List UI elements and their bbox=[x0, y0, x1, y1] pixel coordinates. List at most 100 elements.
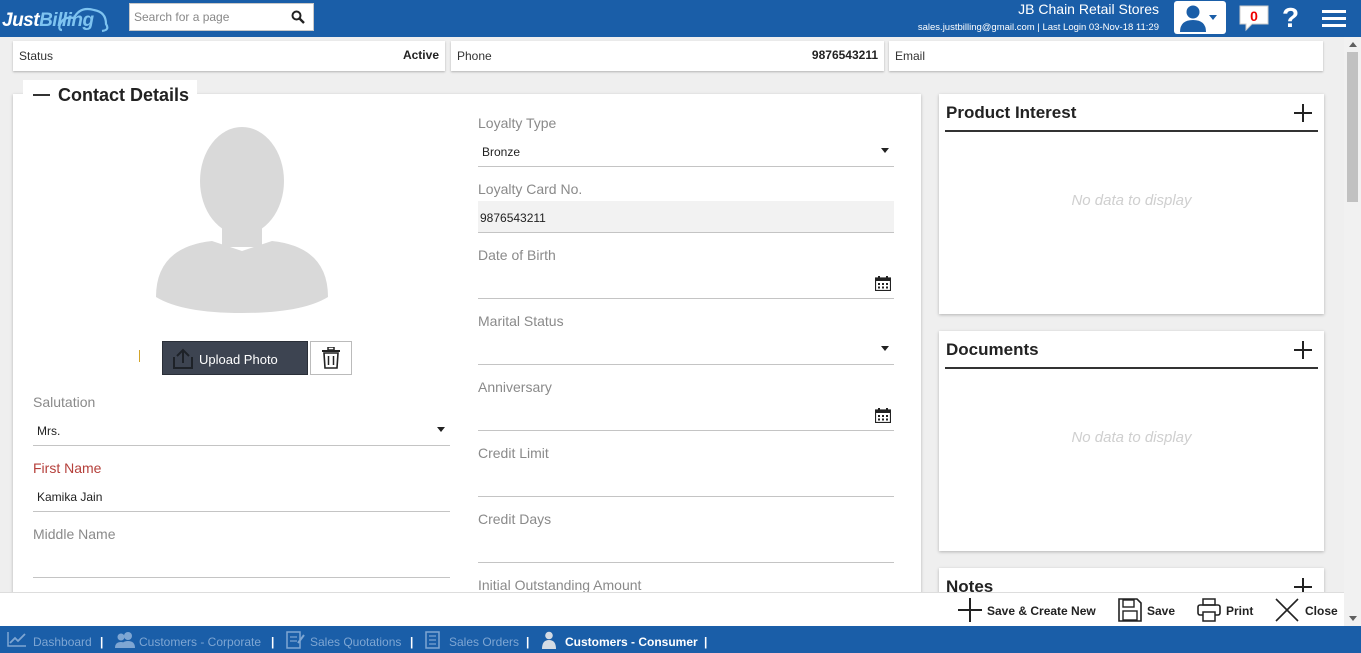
scroll-down-icon[interactable] bbox=[1349, 616, 1357, 621]
anniversary-label: Anniversary bbox=[478, 379, 552, 395]
top-bar: JustBilling JB Chain Retail Stores sales… bbox=[0, 0, 1361, 37]
nav-separator: | bbox=[410, 635, 414, 649]
documents-empty: No data to display bbox=[1071, 429, 1192, 446]
credit-days-label: Credit Days bbox=[478, 511, 552, 527]
users-icon bbox=[115, 632, 135, 648]
nav-customers-consumer[interactable]: Customers - Consumer bbox=[540, 626, 700, 653]
nav-sales-orders[interactable]: Sales Orders bbox=[424, 626, 520, 653]
logo-text-billing: Billing bbox=[39, 10, 94, 31]
nav-sales-quotations[interactable]: Sales Quotations bbox=[284, 626, 404, 653]
user-icon bbox=[1180, 5, 1217, 32]
collapse-icon[interactable] bbox=[33, 94, 50, 96]
help-icon[interactable]: ? bbox=[1282, 2, 1299, 34]
page-scrollbar[interactable] bbox=[1344, 37, 1361, 626]
nav-sales-quotations-label: Sales Quotations bbox=[310, 635, 402, 649]
divider bbox=[945, 130, 1318, 132]
middle-name-field[interactable] bbox=[33, 546, 450, 578]
justbilling-logo[interactable]: JustBilling bbox=[0, 4, 112, 34]
scroll-up-icon[interactable] bbox=[1349, 42, 1357, 47]
chart-icon bbox=[7, 632, 26, 647]
print-label: Print bbox=[1226, 604, 1254, 618]
email-label: Email bbox=[895, 49, 926, 63]
phone-label: Phone bbox=[457, 49, 492, 63]
nav-customers-consumer-label: Customers - Consumer bbox=[565, 635, 698, 649]
nav-customers-corporate-label: Customers - Corporate bbox=[139, 635, 262, 649]
documents-panel: Documents No data to display bbox=[939, 331, 1324, 551]
save-label: Save bbox=[1147, 604, 1176, 618]
chevron-down-icon bbox=[881, 346, 889, 351]
salutation-label: Salutation bbox=[33, 394, 96, 410]
dob-field[interactable] bbox=[478, 267, 894, 299]
trash-icon bbox=[322, 347, 340, 369]
bottom-navigation: Dashboard | Customers - Corporate | Sale… bbox=[0, 626, 1361, 653]
credit-limit-label: Credit Limit bbox=[478, 445, 549, 461]
contact-details-header: Contact Details bbox=[23, 80, 197, 110]
add-document-icon[interactable] bbox=[1294, 341, 1312, 359]
marital-status-label: Marital Status bbox=[478, 313, 564, 329]
user-menu-button[interactable] bbox=[1174, 1, 1226, 34]
photo-marker bbox=[139, 350, 140, 362]
loyalty-type-select[interactable]: Bronze bbox=[478, 135, 894, 167]
store-name: JB Chain Retail Stores bbox=[1018, 1, 1159, 17]
close-button[interactable]: Close bbox=[1275, 596, 1338, 624]
save-and-create-new-label: Save & Create New bbox=[987, 604, 1096, 618]
logo-text-just: Just bbox=[2, 10, 40, 31]
person-icon bbox=[542, 631, 556, 649]
nav-dashboard[interactable]: Dashboard bbox=[7, 626, 95, 653]
nav-separator: | bbox=[704, 635, 708, 649]
add-product-interest-icon[interactable] bbox=[1294, 104, 1312, 122]
calendar-icon[interactable] bbox=[875, 276, 891, 291]
nav-dashboard-label: Dashboard bbox=[33, 635, 92, 649]
scroll-thumb[interactable] bbox=[1347, 52, 1358, 202]
product-interest-title: Product Interest bbox=[946, 103, 1077, 122]
quotation-icon bbox=[286, 631, 305, 649]
documents-title: Documents bbox=[946, 340, 1039, 359]
credit-limit-field[interactable] bbox=[478, 465, 894, 497]
search-icon[interactable] bbox=[291, 10, 305, 24]
contact-details-title: Contact Details bbox=[58, 85, 190, 105]
nav-separator: | bbox=[100, 635, 104, 649]
status-value: Active bbox=[402, 48, 439, 62]
divider bbox=[945, 367, 1318, 369]
action-bar: Save & Create New Save Print Close bbox=[0, 592, 1344, 626]
first-name-value: Kamika Jain bbox=[37, 490, 103, 504]
email-box: Email bbox=[889, 41, 1323, 71]
anniversary-field[interactable] bbox=[478, 399, 894, 431]
notification-count: 0 bbox=[1250, 8, 1258, 24]
middle-name-label: Middle Name bbox=[33, 526, 116, 542]
notifications-button[interactable]: 0 bbox=[1238, 4, 1270, 32]
loyalty-type-value: Bronze bbox=[482, 145, 521, 159]
marital-status-select[interactable] bbox=[478, 333, 894, 365]
loyalty-card-label: Loyalty Card No. bbox=[478, 181, 583, 197]
close-icon bbox=[1275, 598, 1299, 622]
plus-icon bbox=[958, 598, 982, 622]
phone-box: Phone 9876543211 bbox=[451, 41, 884, 71]
loyalty-card-field: 9876543211 bbox=[478, 201, 894, 233]
loyalty-type-label: Loyalty Type bbox=[478, 115, 557, 131]
salutation-select[interactable]: Mrs. bbox=[33, 414, 450, 446]
upload-photo-button[interactable]: Upload Photo bbox=[162, 341, 308, 375]
order-icon bbox=[425, 631, 440, 649]
upload-icon bbox=[173, 348, 193, 369]
search-input[interactable] bbox=[130, 4, 280, 30]
save-button[interactable]: Save bbox=[1118, 596, 1178, 624]
nav-customers-corporate[interactable]: Customers - Corporate bbox=[114, 626, 264, 653]
loyalty-card-value: 9876543211 bbox=[480, 211, 546, 225]
print-button[interactable]: Print bbox=[1197, 596, 1257, 624]
product-interest-empty: No data to display bbox=[1071, 192, 1192, 209]
nav-sales-orders-label: Sales Orders bbox=[449, 635, 520, 649]
status-label: Status bbox=[19, 49, 54, 63]
product-interest-panel: Product Interest No data to display bbox=[939, 94, 1324, 314]
first-name-field[interactable]: Kamika Jain bbox=[33, 480, 450, 512]
status-box: Status Active bbox=[13, 41, 445, 71]
hamburger-menu-icon[interactable] bbox=[1322, 9, 1346, 29]
delete-photo-button[interactable] bbox=[310, 341, 352, 375]
chevron-down-icon bbox=[881, 148, 889, 153]
calendar-icon[interactable] bbox=[875, 408, 891, 423]
avatar-placeholder-icon bbox=[156, 127, 328, 313]
nav-separator: | bbox=[526, 635, 530, 649]
save-and-create-new-button[interactable]: Save & Create New bbox=[958, 596, 1098, 624]
phone-value: 9876543211 bbox=[811, 48, 878, 62]
initial-outstanding-label: Initial Outstanding Amount bbox=[478, 577, 642, 593]
credit-days-field[interactable] bbox=[478, 531, 894, 563]
